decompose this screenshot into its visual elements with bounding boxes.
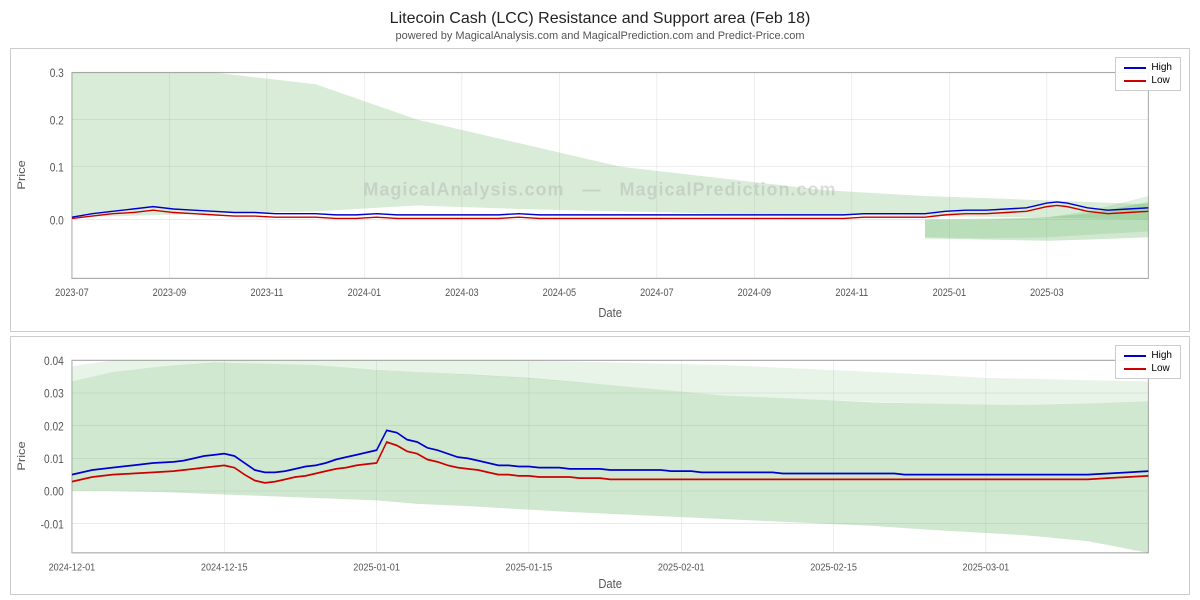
high2-label: High [1151, 350, 1172, 361]
svg-text:2024-07: 2024-07 [640, 287, 673, 299]
svg-text:0.0: 0.0 [50, 215, 64, 228]
svg-text:2024-12-15: 2024-12-15 [201, 562, 248, 574]
svg-text:2025-03: 2025-03 [1030, 287, 1064, 299]
legend2-item-high: High [1124, 350, 1172, 361]
svg-text:2024-11: 2024-11 [835, 287, 868, 299]
low-line-icon [1124, 80, 1146, 82]
svg-text:Date: Date [598, 305, 622, 320]
svg-text:0.02: 0.02 [44, 421, 64, 434]
svg-text:0.04: 0.04 [44, 356, 64, 369]
svg-text:2023-07: 2023-07 [55, 287, 88, 299]
svg-text:0.03: 0.03 [44, 388, 64, 401]
subtitle: powered by MagicalAnalysis.com and Magic… [395, 30, 804, 42]
svg-text:0.00: 0.00 [44, 486, 64, 499]
high-line-icon [1124, 67, 1146, 69]
chart1-legend: High Low [1115, 57, 1181, 91]
svg-text:0.3: 0.3 [50, 68, 64, 81]
charts-container: MagicalAnalysis.com — MagicalPrediction.… [0, 48, 1200, 595]
high-label: High [1151, 62, 1172, 73]
chart1-wrapper: MagicalAnalysis.com — MagicalPrediction.… [10, 48, 1190, 332]
svg-text:2024-01: 2024-01 [348, 287, 382, 299]
svg-text:2025-02-01: 2025-02-01 [658, 562, 705, 574]
legend-item-high: High [1124, 62, 1172, 73]
main-title: Litecoin Cash (LCC) Resistance and Suppo… [390, 10, 811, 28]
svg-text:2025-02-15: 2025-02-15 [810, 562, 857, 574]
svg-text:2025-01: 2025-01 [933, 287, 967, 299]
svg-text:2025-03-01: 2025-03-01 [963, 562, 1010, 574]
svg-text:Date: Date [598, 576, 622, 591]
svg-text:2025-01-01: 2025-01-01 [353, 562, 400, 574]
low2-label: Low [1151, 363, 1169, 374]
svg-text:0.01: 0.01 [44, 454, 64, 467]
chart2-legend: High Low [1115, 345, 1181, 379]
legend2-item-low: Low [1124, 363, 1172, 374]
svg-text:2024-05: 2024-05 [543, 287, 577, 299]
svg-text:2023-11: 2023-11 [250, 287, 283, 299]
low2-line-icon [1124, 368, 1146, 370]
svg-text:0.2: 0.2 [50, 115, 64, 128]
low-label: Low [1151, 75, 1169, 86]
svg-text:-0.01: -0.01 [41, 519, 64, 532]
svg-text:2025-01-15: 2025-01-15 [506, 562, 553, 574]
svg-text:Price: Price [15, 160, 28, 190]
chart2-svg: 0.04 0.03 0.02 0.01 0.00 -0.01 2024-12-0… [11, 337, 1189, 594]
svg-text:2024-09: 2024-09 [738, 287, 772, 299]
chart2-wrapper: 0.04 0.03 0.02 0.01 0.00 -0.01 2024-12-0… [10, 336, 1190, 595]
svg-text:2024-12-01: 2024-12-01 [49, 562, 96, 574]
svg-text:0.1: 0.1 [50, 162, 64, 175]
svg-text:2023-09: 2023-09 [153, 287, 187, 299]
svg-text:2024-03: 2024-03 [445, 287, 479, 299]
chart1-svg: 0.3 0.2 0.1 0.0 2023-07 2023-09 2023-11 … [11, 49, 1189, 331]
high2-line-icon [1124, 355, 1146, 357]
page-wrapper: Litecoin Cash (LCC) Resistance and Suppo… [0, 0, 1200, 600]
svg-text:Price: Price [15, 441, 28, 471]
legend-item-low: Low [1124, 75, 1172, 86]
